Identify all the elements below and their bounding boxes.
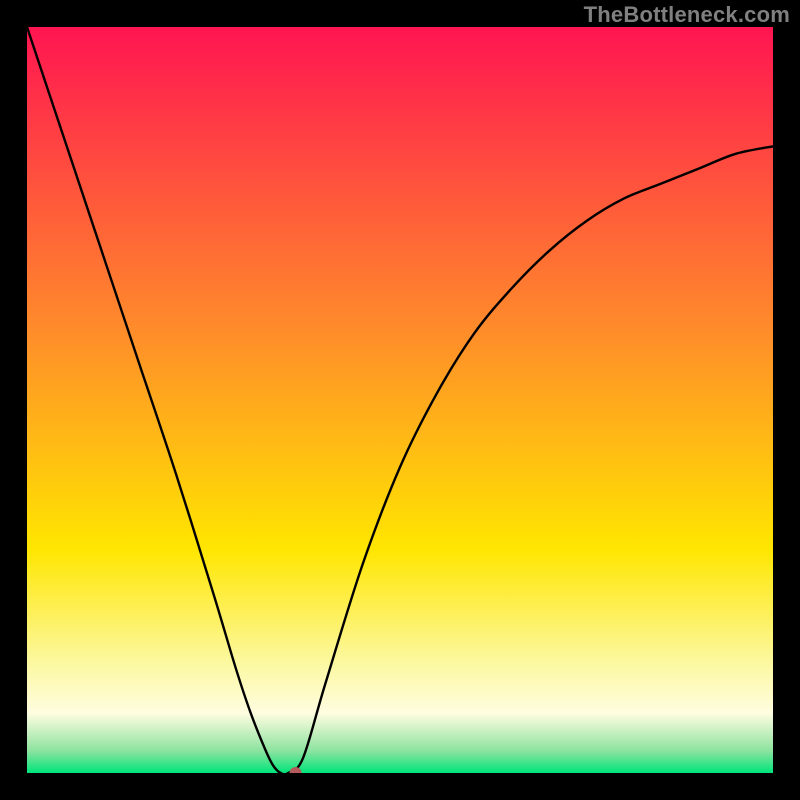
bottleneck-chart	[27, 27, 773, 773]
chart-frame: TheBottleneck.com	[0, 0, 800, 800]
gradient-background	[27, 27, 773, 773]
watermark-text: TheBottleneck.com	[584, 2, 790, 28]
